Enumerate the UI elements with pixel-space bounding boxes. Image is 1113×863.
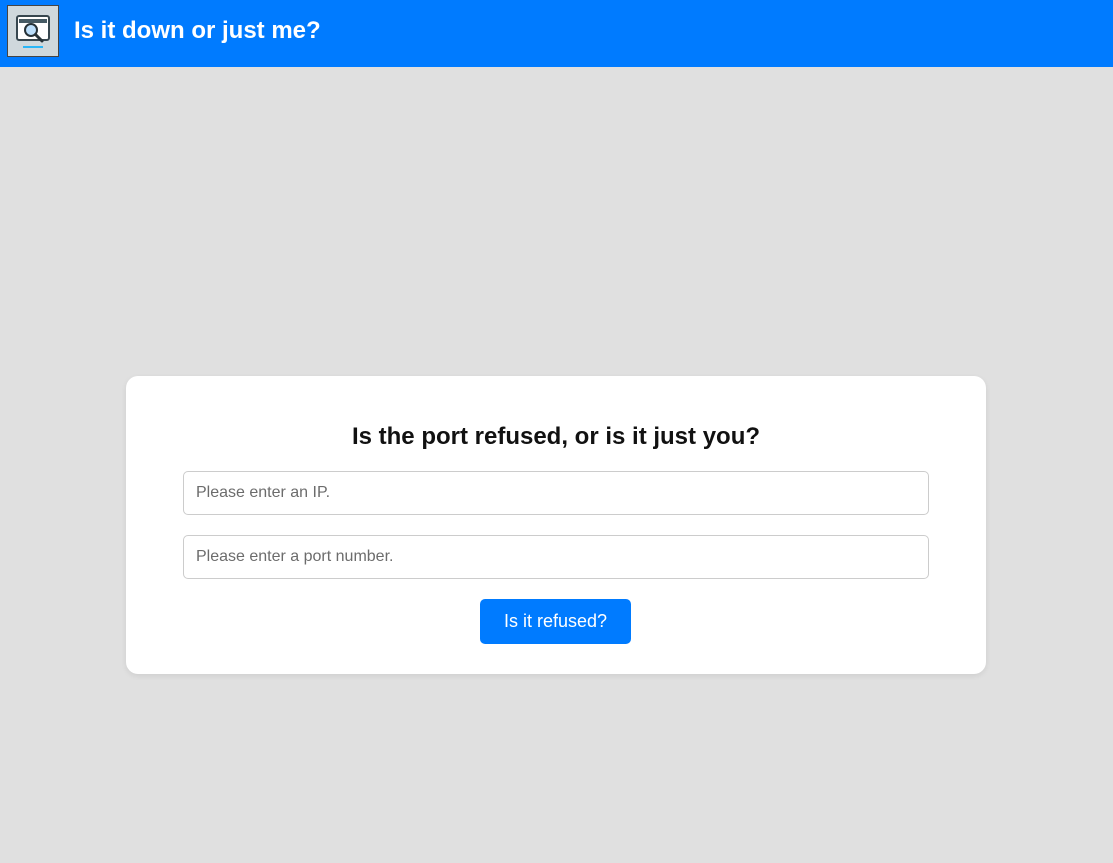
monitor-search-icon <box>16 15 50 48</box>
port-input[interactable] <box>183 535 929 579</box>
port-check-card: Is the port refused, or is it just you? … <box>126 376 986 674</box>
app-title: Is it down or just me? <box>74 17 321 44</box>
card-title: Is the port refused, or is it just you? <box>351 423 761 450</box>
is-it-refused-button[interactable]: Is it refused? <box>480 599 631 644</box>
ip-input[interactable] <box>183 471 929 515</box>
app-header: Is it down or just me? <box>0 0 1113 67</box>
logo[interactable] <box>7 5 59 57</box>
